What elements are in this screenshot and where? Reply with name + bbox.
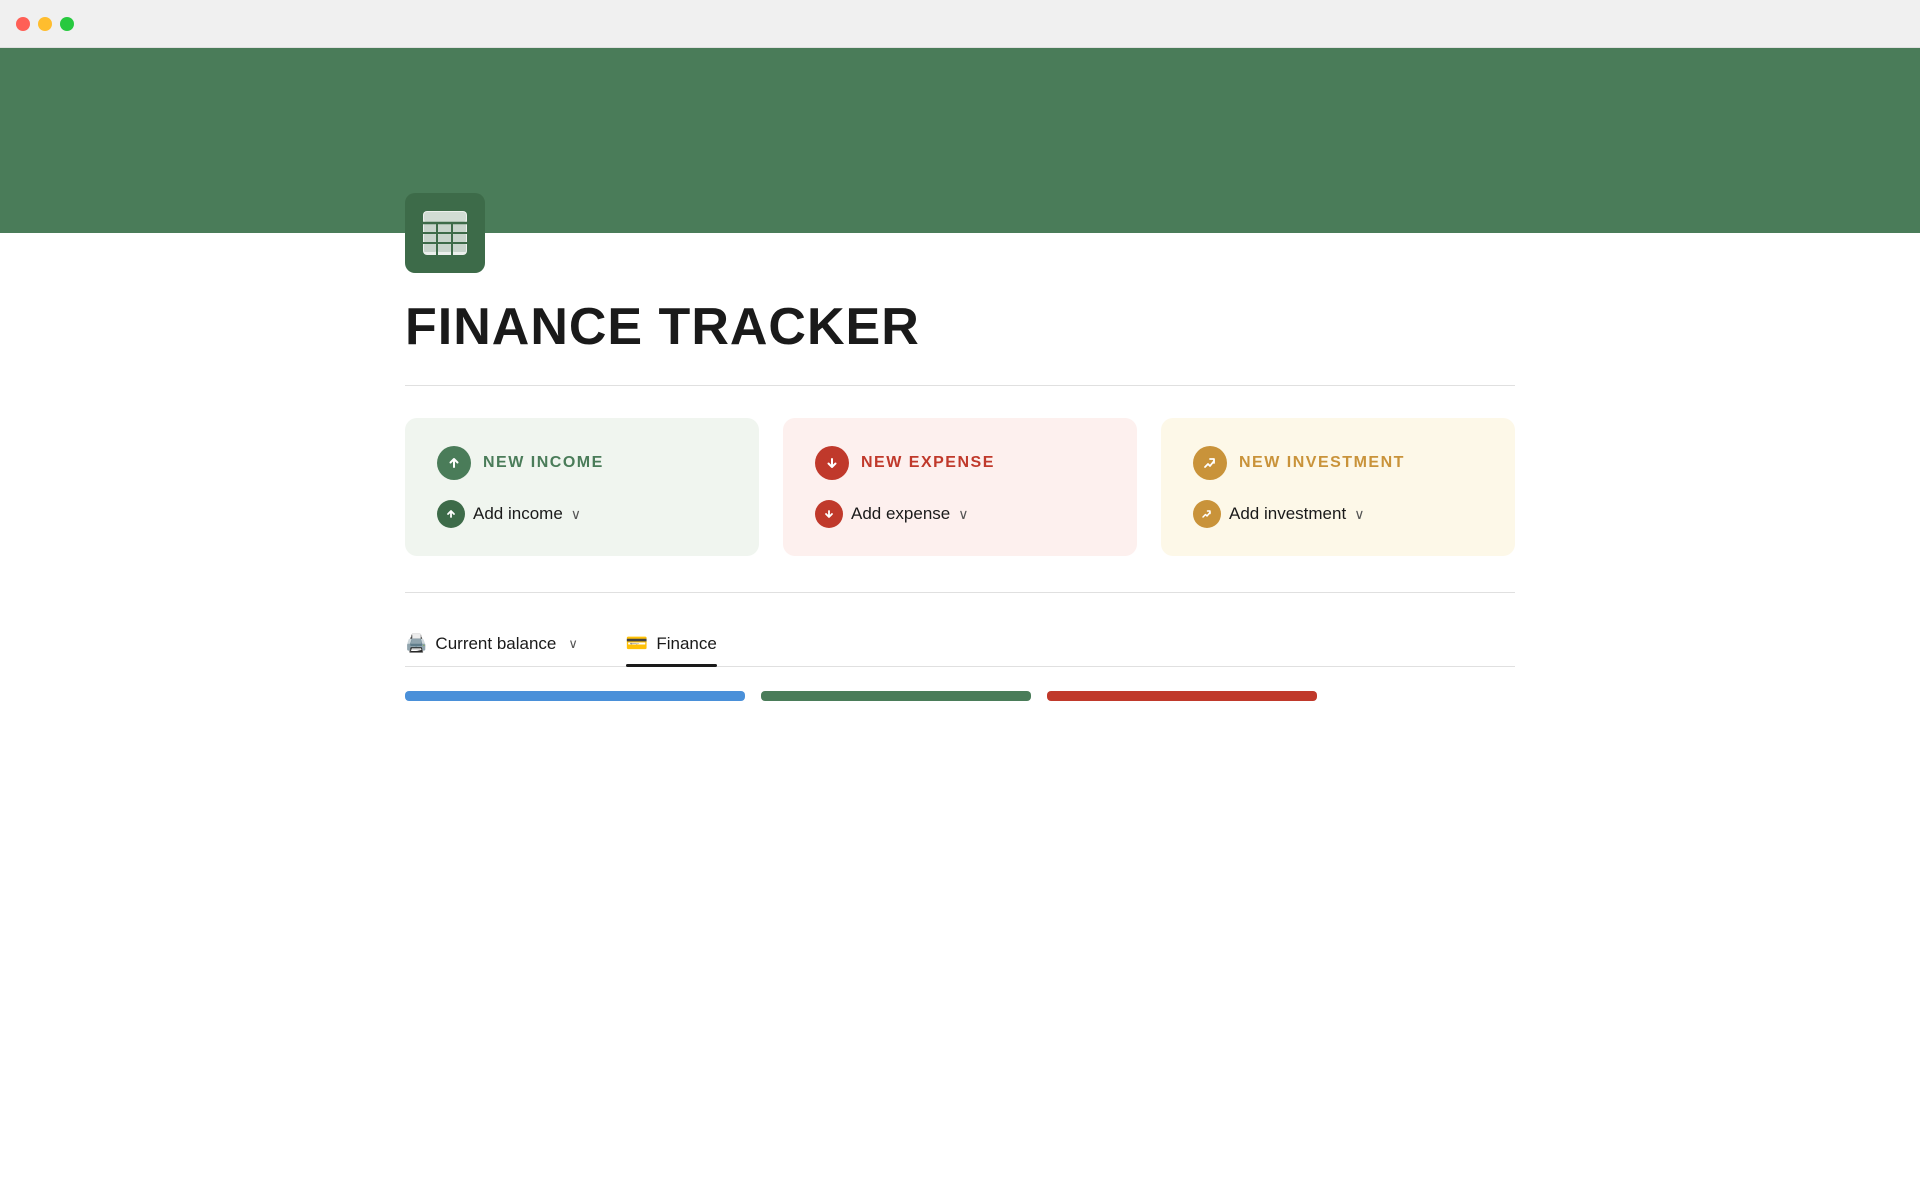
income-chevron-icon: ∨ — [571, 506, 581, 523]
tab-finance[interactable]: 💳 Finance — [626, 633, 717, 666]
expense-card: NEW EXPENSE Add expense ∨ — [783, 418, 1137, 556]
investment-card-header: NEW INVESTMENT — [1193, 446, 1483, 480]
add-income-button[interactable]: Add income ∨ — [437, 500, 727, 528]
balance-tab-label: Current balance — [435, 634, 556, 654]
investment-card: NEW INVESTMENT Add investment ∨ — [1161, 418, 1515, 556]
spreadsheet-icon — [419, 207, 471, 259]
investment-card-title: NEW INVESTMENT — [1239, 454, 1405, 472]
bottom-section: 🖨️ Current balance ∨ 💳 Finance — [405, 625, 1515, 701]
income-card-header: NEW INCOME — [437, 446, 727, 480]
add-income-icon — [437, 500, 465, 528]
income-card-title: NEW INCOME — [483, 454, 604, 472]
expense-chevron-icon: ∨ — [958, 506, 968, 523]
titlebar — [0, 0, 1920, 48]
finance-tab-label: Finance — [656, 634, 716, 654]
finance-tab-icon: 💳 — [626, 633, 648, 654]
expense-card-header: NEW EXPENSE — [815, 446, 1105, 480]
investment-chevron-icon: ∨ — [1354, 506, 1364, 523]
income-icon — [437, 446, 471, 480]
section-divider — [405, 385, 1515, 386]
investment-icon — [1193, 446, 1227, 480]
add-income-label: Add income — [473, 504, 563, 524]
balance-tab-icon: 🖨️ — [405, 633, 427, 654]
add-investment-button[interactable]: Add investment ∨ — [1193, 500, 1483, 528]
add-investment-label: Add investment — [1229, 504, 1346, 524]
col-red-bar — [1047, 691, 1317, 701]
add-expense-button[interactable]: Add expense ∨ — [815, 500, 1105, 528]
minimize-button[interactable] — [38, 17, 52, 31]
close-button[interactable] — [16, 17, 30, 31]
app-icon-wrapper — [405, 193, 1515, 273]
add-investment-icon — [1193, 500, 1221, 528]
balance-chevron-icon: ∨ — [568, 636, 578, 652]
expense-card-title: NEW EXPENSE — [861, 454, 995, 472]
table-columns-preview — [405, 691, 1515, 701]
add-expense-label: Add expense — [851, 504, 950, 524]
page-title: FINANCE TRACKER — [405, 297, 1515, 357]
add-expense-icon — [815, 500, 843, 528]
expense-icon — [815, 446, 849, 480]
tabs-row: 🖨️ Current balance ∨ 💳 Finance — [405, 633, 1515, 667]
maximize-button[interactable] — [60, 17, 74, 31]
income-card: NEW INCOME Add income ∨ — [405, 418, 759, 556]
col-green-bar — [761, 691, 1031, 701]
tab-current-balance[interactable]: 🖨️ Current balance ∨ — [405, 633, 578, 666]
tabs-divider — [405, 592, 1515, 593]
app-icon — [405, 193, 485, 273]
cards-row: NEW INCOME Add income ∨ — [405, 418, 1515, 556]
col-blue-bar — [405, 691, 745, 701]
